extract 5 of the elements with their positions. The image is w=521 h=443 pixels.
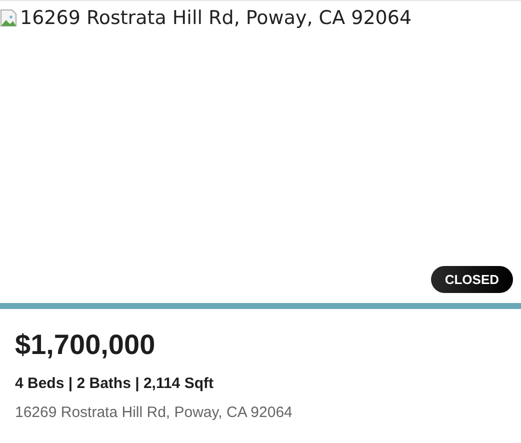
property-details: 4 Beds | 2 Baths | 2,114 Sqft xyxy=(15,375,214,392)
price: $1,700,000 xyxy=(15,329,156,361)
status-badge: CLOSED xyxy=(430,266,513,293)
address: 16269 Rostrata Hill Rd, Poway, CA 92064 xyxy=(15,404,294,421)
image-alt-text: 16269 Rostrata Hill Rd, Poway, CA 92064 xyxy=(20,7,412,29)
